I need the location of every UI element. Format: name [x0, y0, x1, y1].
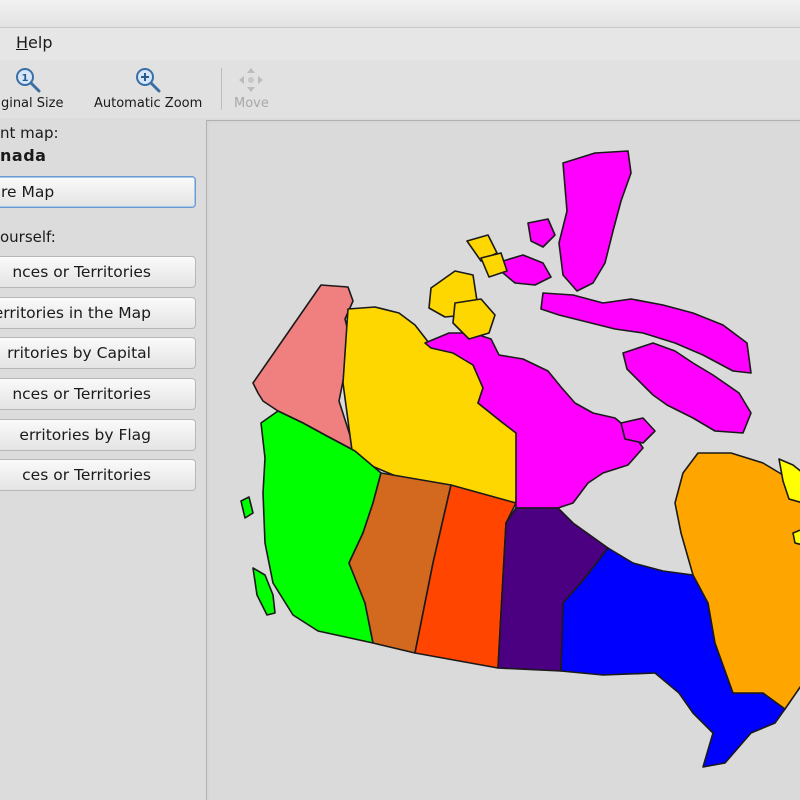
game-button-1[interactable]: nces or Territories [0, 256, 196, 288]
game-button-3[interactable]: rritories by Capital [0, 337, 196, 369]
move-arrows-icon [237, 66, 265, 94]
zoom-original-icon: 1 [14, 66, 42, 94]
svg-text:1: 1 [21, 73, 28, 84]
game-button-4[interactable]: nces or Territories [0, 378, 196, 410]
automatic-zoom-label: Automatic Zoom [94, 96, 203, 111]
map-view[interactable] [206, 120, 800, 800]
current-map-value: nada [0, 146, 47, 165]
sidebar: nt map: nada re Map ourself: nces or Ter… [0, 118, 205, 800]
game-button-2[interactable]: Territories in the Map [0, 297, 196, 329]
game-button-6-label: ces or Territories [22, 466, 151, 484]
choose-map-button[interactable]: re Map [0, 176, 196, 208]
automatic-zoom-tool[interactable]: Automatic Zoom [94, 66, 202, 114]
window-titlebar [0, 0, 800, 28]
original-size-tool[interactable]: 1 riginal Size [0, 66, 63, 114]
menu-help-label: elp [28, 33, 53, 52]
menubar: Help [0, 28, 800, 60]
zoom-fit-icon [134, 66, 162, 94]
game-button-5-label: erritories by Flag [19, 426, 151, 444]
game-button-4-label: nces or Territories [12, 385, 151, 403]
game-button-6[interactable]: ces or Territories [0, 459, 196, 491]
menu-help-mnemonic: H [16, 33, 29, 52]
region-nunavut-arctic-1[interactable] [558, 150, 632, 292]
region-nunavut-arctic-3[interactable] [502, 254, 552, 286]
move-label: Move [234, 96, 269, 111]
test-yourself-label: ourself: [0, 228, 56, 246]
move-tool[interactable]: Move [234, 66, 269, 114]
original-size-label: riginal Size [0, 96, 64, 111]
toolbar-separator [221, 68, 222, 110]
map-canvas[interactable] [209, 123, 800, 800]
menu-help[interactable]: Help [16, 33, 52, 52]
game-button-5[interactable]: erritories by Flag [0, 419, 196, 451]
game-button-2-label: Territories in the Map [0, 304, 151, 322]
region-nunavut-southampton[interactable] [620, 417, 656, 444]
region-bc-haida-gwaii[interactable] [240, 496, 254, 519]
toolbar: 1 riginal Size Automatic Zoom Move [0, 60, 800, 118]
current-map-label: nt map: [0, 124, 59, 142]
game-button-1-label: nces or Territories [12, 263, 151, 281]
region-nunavut-arctic-4[interactable] [527, 218, 556, 248]
canada-map [240, 150, 800, 768]
choose-map-button-label: re Map [1, 183, 55, 201]
game-button-3-label: rritories by Capital [7, 344, 151, 362]
